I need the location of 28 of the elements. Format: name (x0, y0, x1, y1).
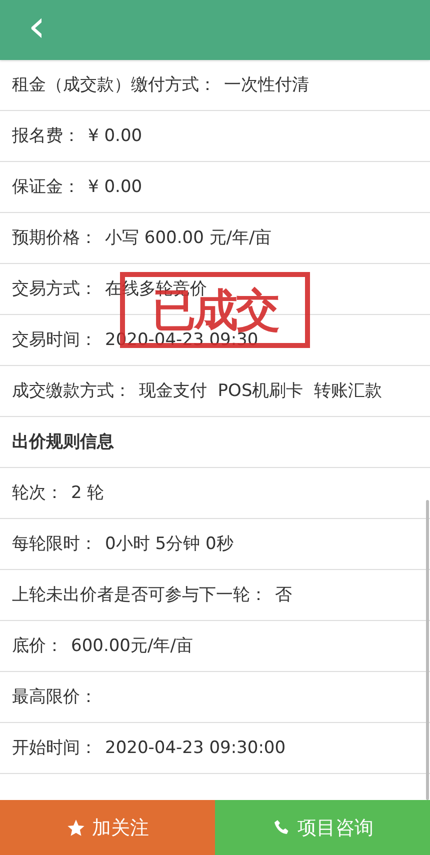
field-value: 2 轮 (71, 483, 104, 503)
consult-button[interactable]: 项目咨询 (215, 800, 430, 855)
field-value: 否 (275, 585, 292, 605)
section-title: 出价规则信息 (12, 432, 114, 452)
field-label: 每轮限时： (12, 534, 97, 554)
field-value: 小写 600.00 元/年/亩 (105, 228, 272, 248)
field-label: 上轮未出价者是否可参与下一轮： (12, 585, 267, 605)
field-label: 交易时间： (12, 330, 97, 350)
field-label: 最高限价： (12, 687, 97, 707)
field-value: 现金支付 POS机刷卡 转账汇款 (139, 381, 382, 401)
field-value: 一次性付清 (224, 75, 309, 95)
back-button[interactable]: ‹ (22, 5, 52, 49)
field-label: 交易方式： (12, 279, 97, 299)
field-value: ¥ 0.00 (88, 177, 142, 197)
field-value: 600.00元/年/亩 (71, 636, 193, 656)
field-value: 0小时 5分钟 0秒 (105, 534, 234, 554)
follow-button[interactable]: 加关注 (0, 800, 215, 855)
field-value: ¥ 0.00 (88, 126, 142, 146)
field-label: 报名费： (12, 126, 80, 146)
field-value: 2020-04-23 09:30:00 (105, 738, 286, 758)
field-label: 底价： (12, 636, 63, 656)
field-label: 保证金： (12, 177, 80, 197)
star-icon (66, 818, 86, 838)
field-label: 开始时间： (12, 738, 97, 758)
field-label: 成交缴款方式： (12, 381, 131, 401)
field-label: 预期价格： (12, 228, 97, 248)
field-label: 轮次： (12, 483, 63, 503)
field-label: 租金（成交款）缴付方式： (12, 75, 216, 95)
